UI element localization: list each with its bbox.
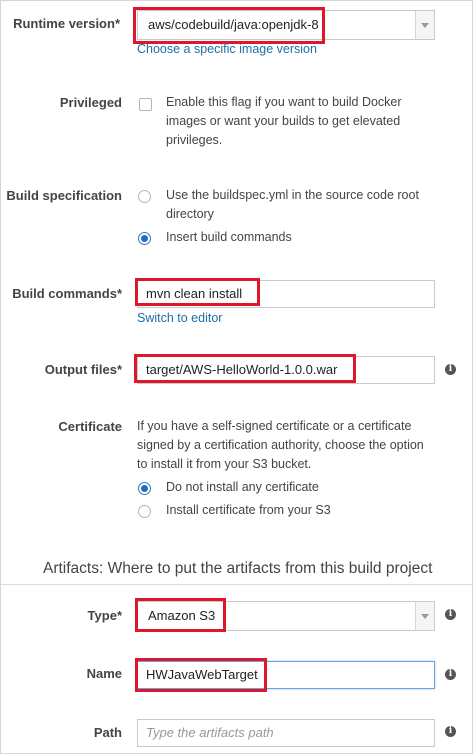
s3-certificate-radio[interactable] <box>138 505 151 518</box>
privileged-description: Enable this flag if you want to build Do… <box>166 95 402 147</box>
runtime-version-select[interactable]: aws/codebuild/java:openjdk-8 <box>137 10 435 40</box>
certificate-description: If you have a self-signed certificate or… <box>137 419 424 471</box>
choose-image-version-link[interactable]: Choose a specific image version <box>137 42 317 56</box>
no-certificate-radio[interactable] <box>138 482 151 495</box>
info-icon[interactable]: i <box>445 609 456 620</box>
switch-to-editor-link[interactable]: Switch to editor <box>137 311 222 325</box>
runtime-version-value: aws/codebuild/java:openjdk-8 <box>148 17 319 32</box>
section-divider <box>1 584 472 585</box>
buildspec-file-option: Use the buildspec.yml in the source code… <box>166 188 419 221</box>
info-icon[interactable]: i <box>445 669 456 680</box>
privileged-checkbox[interactable] <box>139 98 152 111</box>
artifact-name-input[interactable]: HWJavaWebTarget <box>137 661 435 689</box>
build-specification-label: Build specification <box>6 188 122 203</box>
chevron-down-icon <box>415 602 434 630</box>
info-icon[interactable]: i <box>445 726 456 737</box>
output-files-label: Output files* <box>44 362 122 377</box>
certificate-label: Certificate <box>58 419 122 434</box>
runtime-version-label: Runtime version* <box>13 16 120 31</box>
output-files-input[interactable]: target/AWS-HelloWorld-1.0.0.war <box>137 356 435 384</box>
s3-certificate-option: Install certificate from your S3 <box>166 503 331 517</box>
artifact-path-input[interactable]: Type the artifacts path <box>137 719 435 747</box>
artifact-type-select[interactable]: Amazon S3 <box>137 601 435 631</box>
artifact-type-value: Amazon S3 <box>148 608 216 623</box>
chevron-down-icon <box>415 11 434 39</box>
privileged-label: Privileged <box>59 95 122 110</box>
artifacts-heading: Artifacts: Where to put the artifacts fr… <box>43 560 433 577</box>
type-label: Type* <box>87 608 122 623</box>
build-project-form: Runtime version* aws/codebuild/java:open… <box>0 0 473 754</box>
path-label: Path <box>93 725 122 740</box>
info-icon[interactable]: i <box>445 364 456 375</box>
insert-commands-option: Insert build commands <box>166 230 292 244</box>
buildspec-file-radio[interactable] <box>138 190 151 203</box>
insert-commands-radio[interactable] <box>138 232 151 245</box>
name-label: Name <box>86 666 122 681</box>
build-commands-input[interactable]: mvn clean install <box>137 280 435 308</box>
no-certificate-option: Do not install any certificate <box>166 480 319 494</box>
artifact-path-placeholder: Type the artifacts path <box>146 725 274 740</box>
build-commands-label: Build commands* <box>12 286 122 301</box>
